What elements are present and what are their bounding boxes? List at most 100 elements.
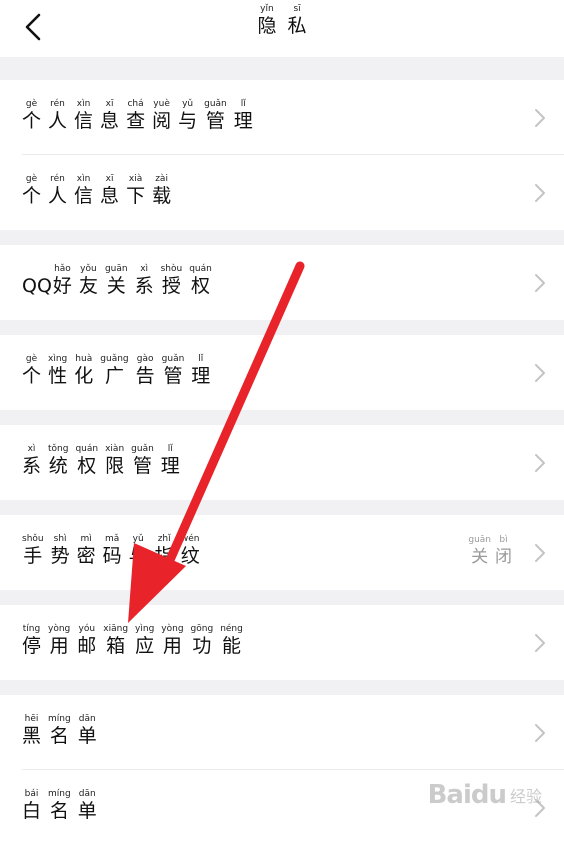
label-char: guān 关 <box>104 264 128 297</box>
label-char: quán 权 <box>189 264 212 297</box>
label-char: xiāng 箱 <box>103 624 129 657</box>
title-char: sī 私 <box>287 4 307 37</box>
row-label: gè 个 rén 人 xìn 信 xī 息 xià 下 zài 载 <box>22 174 178 207</box>
label-char: wén 纹 <box>180 534 200 567</box>
label-char: dān 单 <box>77 714 97 747</box>
label-char: yòng 用 <box>48 624 71 657</box>
settings-group: shǒu 手 shì 势 mì 密 mǎ 码 yǔ 与 zhǐ 指 wén 纹 guān 关 bì 闭 <box>0 515 564 590</box>
row-label: bái 白 míng 名 dān 单 <box>22 789 104 822</box>
row-chevron <box>534 273 546 293</box>
label-char: huà 化 <box>74 354 94 387</box>
label-char: quán 权 <box>75 444 99 477</box>
row-label: gè 个 rén 人 xìn 信 xī 息 chá 查 yuè 阅 yǔ 与 guǎn 管 lǐ 理 <box>22 99 260 132</box>
label-char: dān 单 <box>77 789 97 822</box>
label-char: yuè 阅 <box>152 99 172 132</box>
label-char: míng 名 <box>48 714 71 747</box>
row-label-prefix: QQ <box>22 275 52 297</box>
row-label: shǒu 手 shì 势 mì 密 mǎ 码 yǔ 与 zhǐ 指 wén 纹 <box>22 534 207 567</box>
settings-group: gè 个 xìng 性 huà 化 guǎng 广 gào 告 guǎn 管 lǐ 理 <box>0 335 564 410</box>
label-char: gào 告 <box>135 354 155 387</box>
label-char: tǒng 统 <box>48 444 69 477</box>
label-char: guǎn 管 <box>161 354 185 387</box>
title-char: yǐn 隐 <box>257 4 277 37</box>
row-chevron <box>534 453 546 473</box>
label-char: shòu 授 <box>160 264 183 297</box>
page-title: yǐn 隐 sī 私 <box>0 4 564 37</box>
label-char: néng 能 <box>220 624 243 657</box>
label-char: mǎ 码 <box>102 534 122 567</box>
chevron-right-icon <box>535 364 545 382</box>
navigation-bar: yǐn 隐 sī 私 <box>0 0 564 57</box>
settings-row[interactable]: xì 系 tǒng 统 quán 权 xiàn 限 guǎn 管 lǐ 理 <box>0 425 564 500</box>
watermark: Baidu 经验 <box>427 780 542 810</box>
label-char: lǐ 理 <box>160 444 180 477</box>
label-char: zài 载 <box>152 174 172 207</box>
label-char: hǎo 好 <box>52 264 72 297</box>
label-char: zhǐ 指 <box>154 534 174 567</box>
label-char: xì 系 <box>22 444 42 477</box>
label-char: xìng 性 <box>48 354 68 387</box>
label-char: tíng 停 <box>22 624 42 657</box>
label-char: rén 人 <box>48 174 68 207</box>
label-char: xī 息 <box>100 99 120 132</box>
row-chevron <box>534 183 546 203</box>
settings-row[interactable]: hēi 黑 míng 名 dān 单 <box>0 695 564 770</box>
label-char: xìn 信 <box>74 99 94 132</box>
label-char: xì 系 <box>134 264 154 297</box>
row-label: hēi 黑 míng 名 dān 单 <box>22 714 104 747</box>
status-char: guān 关 <box>468 535 491 567</box>
status-char: bì 闭 <box>495 535 512 567</box>
label-char: lǐ 理 <box>191 354 211 387</box>
label-char: mì 密 <box>76 534 96 567</box>
label-char: gè 个 <box>22 174 42 207</box>
settings-group: xì 系 tǒng 统 quán 权 xiàn 限 guǎn 管 lǐ 理 <box>0 425 564 500</box>
chevron-right-icon <box>535 454 545 472</box>
label-char: bái 白 <box>22 789 42 822</box>
row-chevron <box>534 633 546 653</box>
row-label: tíng 停 yòng 用 yóu 邮 xiāng 箱 yìng 应 yòng 用 gōng 功 néng 能 <box>22 624 250 657</box>
settings-row[interactable]: shǒu 手 shì 势 mì 密 mǎ 码 yǔ 与 zhǐ 指 wén 纹 guān 关 bì 闭 <box>0 515 564 590</box>
label-char: xiàn 限 <box>105 444 125 477</box>
chevron-right-icon <box>535 634 545 652</box>
row-chevron <box>534 543 546 563</box>
label-char: xìn 信 <box>74 174 94 207</box>
label-char: yóu 邮 <box>77 624 97 657</box>
settings-group: QQ hǎo 好 yǒu 友 guān 关 xì 系 shòu 授 quán 权 <box>0 245 564 320</box>
chevron-right-icon <box>535 544 545 562</box>
row-status: guān 关 bì 闭 <box>464 535 512 568</box>
label-char: guǎn 管 <box>204 99 227 132</box>
label-char: gōng 功 <box>190 624 214 657</box>
settings-row[interactable]: gè 个 rén 人 xìn 信 xī 息 xià 下 zài 载 <box>0 155 564 230</box>
label-char: míng 名 <box>48 789 71 822</box>
chevron-right-icon <box>535 274 545 292</box>
label-char: yǔ 与 <box>178 99 198 132</box>
row-chevron <box>534 363 546 383</box>
label-char: chá 查 <box>126 99 146 132</box>
label-char: yòng 用 <box>161 624 184 657</box>
label-char: shǒu 手 <box>22 534 44 567</box>
chevron-right-icon <box>535 724 545 742</box>
settings-group: tíng 停 yòng 用 yóu 邮 xiāng 箱 yìng 应 yòng 用 gōng 功 néng 能 <box>0 605 564 680</box>
row-chevron <box>534 108 546 128</box>
label-char: guǎng 广 <box>100 354 129 387</box>
settings-row[interactable]: gè 个 rén 人 xìn 信 xī 息 chá 查 yuè 阅 yǔ 与 guǎn 管 lǐ 理 <box>0 80 564 155</box>
label-char: gè 个 <box>22 354 42 387</box>
label-char: shì 势 <box>50 534 70 567</box>
label-char: xià 下 <box>126 174 146 207</box>
label-char: yǔ 与 <box>128 534 148 567</box>
row-label: xì 系 tǒng 统 quán 权 xiàn 限 guǎn 管 lǐ 理 <box>22 444 187 477</box>
settings-row[interactable]: gè 个 xìng 性 huà 化 guǎng 广 gào 告 guǎn 管 lǐ 理 <box>0 335 564 410</box>
label-char: lǐ 理 <box>233 99 253 132</box>
settings-row[interactable]: tíng 停 yòng 用 yóu 邮 xiāng 箱 yìng 应 yòng 用 gōng 功 néng 能 <box>0 605 564 680</box>
row-label: gè 个 xìng 性 huà 化 guǎng 广 gào 告 guǎn 管 lǐ 理 <box>22 354 217 387</box>
row-chevron <box>534 723 546 743</box>
settings-group: hēi 黑 míng 名 dān 单 bái 白 míng 名 dān 单 <box>0 695 564 845</box>
label-char: rén 人 <box>48 99 68 132</box>
label-char: guǎn 管 <box>131 444 154 477</box>
label-char: yìng 应 <box>135 624 155 657</box>
label-char: gè 个 <box>22 99 42 132</box>
chevron-right-icon <box>535 184 545 202</box>
chevron-right-icon <box>535 109 545 127</box>
settings-row[interactable]: QQ hǎo 好 yǒu 友 guān 关 xì 系 shòu 授 quán 权 <box>0 245 564 320</box>
label-char: yǒu 友 <box>78 264 98 297</box>
